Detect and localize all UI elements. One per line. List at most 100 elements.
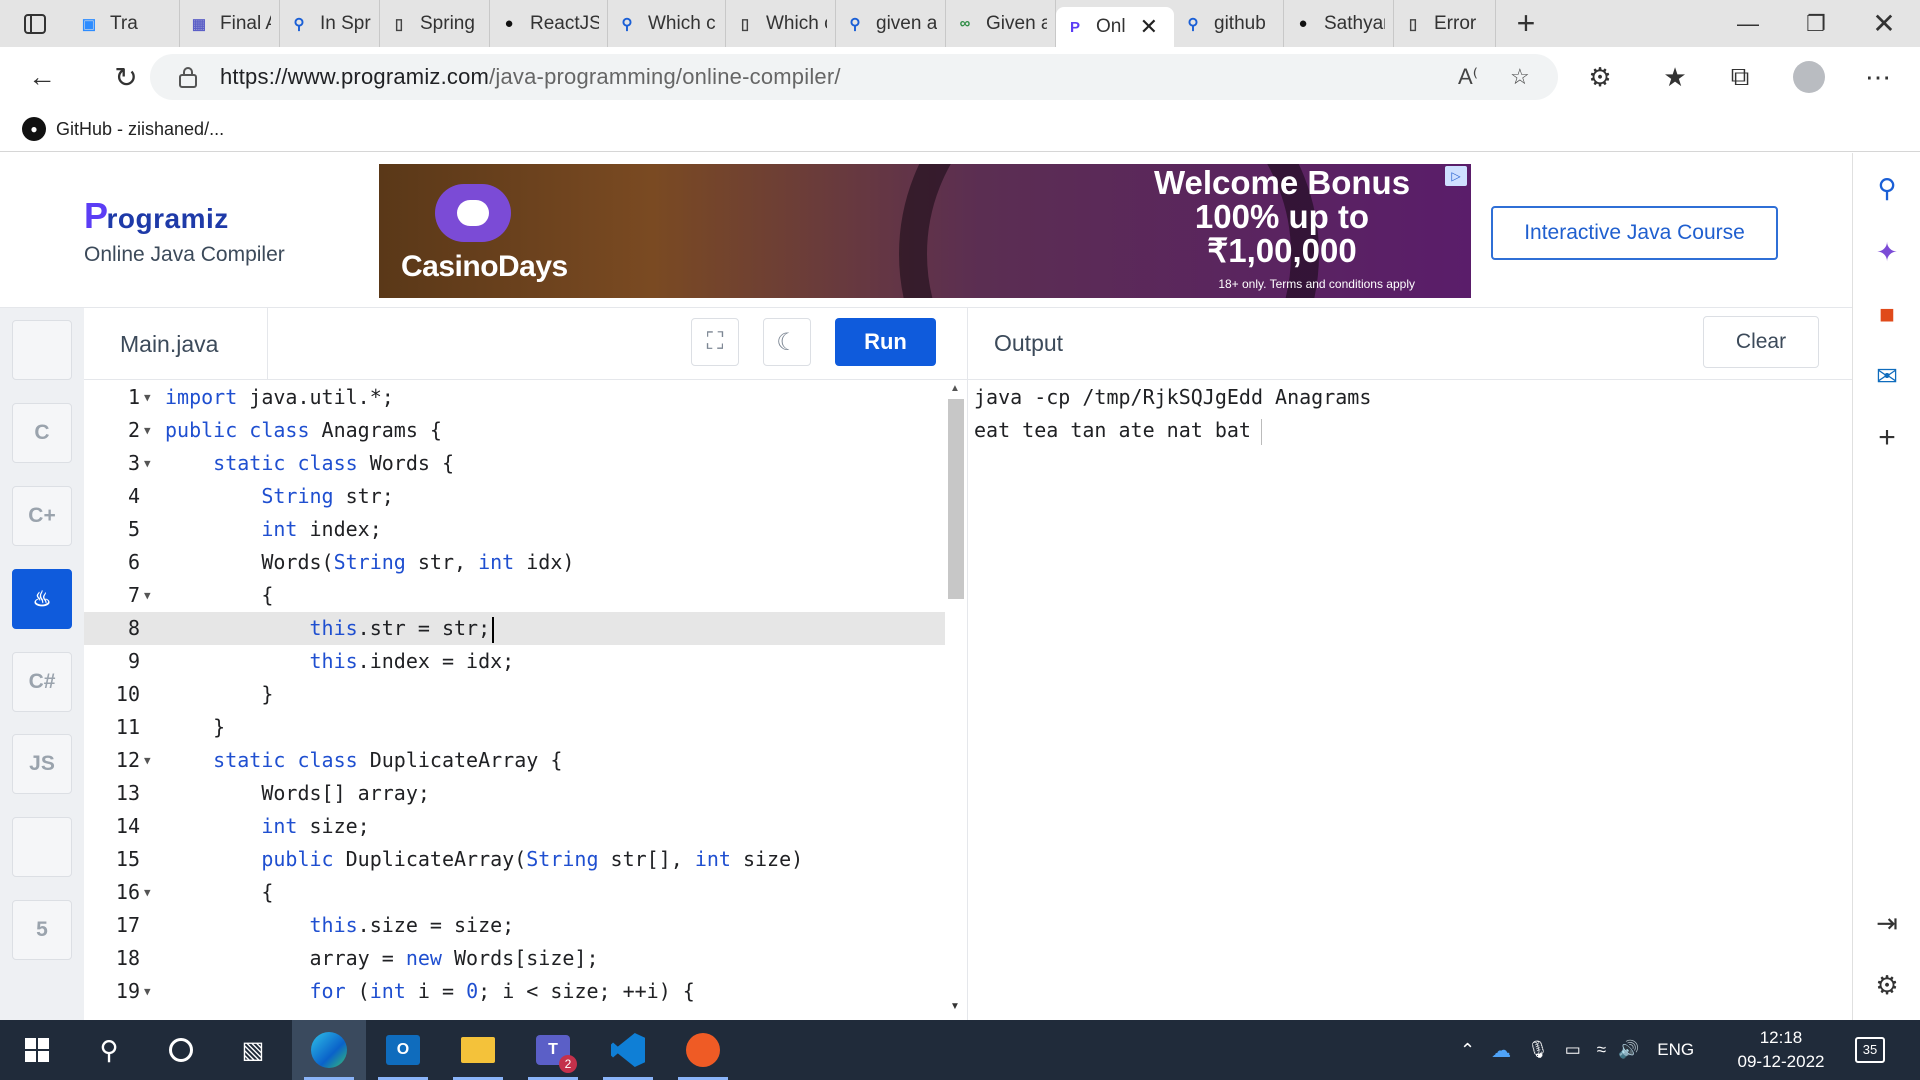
fold-toggle-icon[interactable]: ▼ xyxy=(144,744,151,777)
code-line[interactable]: 12 ▼ static class DuplicateArray { xyxy=(84,744,948,777)
add-sidebar-icon[interactable]: + xyxy=(1853,413,1920,463)
code-editor[interactable]: 1 ▼ import java.util.*; 2 ▼ public class Anag… xyxy=(84,381,948,1020)
code-line[interactable]: 18 array = new Words[size]; xyxy=(84,942,948,975)
language-javascript-button[interactable]: JS xyxy=(12,734,72,794)
fullscreen-button[interactable]: ⛶ xyxy=(691,318,739,366)
language-java-button[interactable]: ♨ xyxy=(12,569,72,629)
code-line[interactable]: 15 public DuplicateArray(String str[], i… xyxy=(84,843,948,876)
pane-divider[interactable] xyxy=(967,308,968,1020)
browser-tab[interactable]: ▯ Spring I xyxy=(380,0,490,47)
start-windows-icon[interactable] xyxy=(0,1020,74,1080)
browser-tab[interactable]: ▯ Error xyxy=(1394,0,1496,47)
close-tab-icon[interactable]: ✕ xyxy=(1140,14,1158,40)
code-line[interactable]: 9 this.index = idx; xyxy=(84,645,948,678)
language-html-button[interactable]: 5 xyxy=(12,900,72,960)
discover-icon[interactable]: ✦ xyxy=(1853,227,1920,277)
code-line[interactable]: 19 ▼ for (int i = 0; i < size; ++i) { xyxy=(84,975,948,1008)
file-explorer-icon[interactable] xyxy=(441,1020,515,1080)
onedrive-icon[interactable]: ☁ xyxy=(1491,1038,1511,1063)
wifi-icon[interactable]: ≈ xyxy=(1597,1040,1606,1060)
code-line[interactable]: 11 } xyxy=(84,711,948,744)
fold-toggle-icon[interactable]: ▼ xyxy=(144,447,151,480)
fold-toggle-icon[interactable]: ▼ xyxy=(144,414,151,447)
browser-tab[interactable]: ▯ Which c xyxy=(726,0,836,47)
edge-taskbar-icon[interactable] xyxy=(292,1020,366,1080)
browser-tab[interactable]: ⚲ Which c xyxy=(608,0,726,47)
advertisement-banner[interactable]: CasinoDays Welcome Bonus 100% up to ₹1,0… xyxy=(379,164,1471,298)
notifications-icon[interactable]: 35 xyxy=(1855,1020,1885,1080)
outlook-icon[interactable]: ✉ xyxy=(1853,351,1920,401)
scroll-down-arrow-icon[interactable]: ▼ xyxy=(950,1001,960,1012)
browser-tab[interactable]: ▦ Final As xyxy=(180,0,280,47)
fold-toggle-icon[interactable]: ▼ xyxy=(144,381,151,414)
address-bar[interactable]: https://www.programiz.com/java-programmi… xyxy=(150,54,1558,100)
office-icon[interactable]: ■ xyxy=(1853,289,1920,339)
tab-actions-icon[interactable] xyxy=(0,0,70,47)
dark-mode-button[interactable]: ☾ xyxy=(763,318,811,366)
scroll-up-arrow-icon[interactable]: ▲ xyxy=(950,383,960,394)
sidebar-settings-icon[interactable]: ⚙ xyxy=(1853,960,1920,1010)
editor-scrollbar[interactable]: ▲ ▼ xyxy=(945,381,967,1020)
adchoices-icon[interactable]: ▷ xyxy=(1445,166,1467,186)
output-console[interactable]: java -cp /tmp/RjkSQJgEdd Anagrams eat tea… xyxy=(974,381,1844,447)
profile-avatar[interactable] xyxy=(1784,47,1834,107)
browser-tab[interactable]: ● ReactJS xyxy=(490,0,608,47)
browser-tab[interactable]: ⚲ github xyxy=(1174,0,1284,47)
browser-tab[interactable]: ⚲ given ar xyxy=(836,0,946,47)
language-c-button[interactable]: C xyxy=(12,403,72,463)
browser-tab[interactable]: ⚲ In Sprin xyxy=(280,0,380,47)
browser-tab[interactable]: P Onl ✕ xyxy=(1056,7,1174,47)
back-button[interactable]: ← xyxy=(19,54,65,100)
code-line[interactable]: 5 int index; xyxy=(84,513,948,546)
browser-tab[interactable]: ∞ Given a xyxy=(946,0,1056,47)
minimize-button[interactable]: — xyxy=(1714,0,1782,47)
run-button[interactable]: Run xyxy=(835,318,936,366)
code-line[interactable]: 17 this.size = size; xyxy=(84,909,948,942)
search-icon[interactable]: ⚲ xyxy=(72,1020,146,1080)
code-line[interactable]: 4 String str; xyxy=(84,480,948,513)
extensions-icon[interactable]: ⚙ xyxy=(1575,47,1625,107)
code-line[interactable]: 16 ▼ { xyxy=(84,876,948,909)
add-favorite-icon[interactable]: ☆ xyxy=(1510,64,1530,90)
code-line[interactable]: 13 Words[] array; xyxy=(84,777,948,810)
new-tab-button[interactable]: + xyxy=(1496,5,1556,42)
microphone-icon[interactable]: 🎙 xyxy=(1527,1040,1549,1060)
fold-toggle-icon[interactable]: ▼ xyxy=(144,975,151,1008)
language-sql-button[interactable] xyxy=(12,817,72,877)
file-tab-main-java[interactable]: Main.java xyxy=(84,308,268,380)
browser-tab[interactable]: ▣ Tra xyxy=(70,0,180,47)
teams-taskbar-icon[interactable]: T2 xyxy=(516,1020,590,1080)
favorite-link-github[interactable]: GitHub - ziishaned/... xyxy=(56,119,224,140)
collections-icon[interactable]: ⧉ xyxy=(1715,47,1765,107)
vscode-taskbar-icon[interactable] xyxy=(591,1020,665,1080)
clear-button[interactable]: Clear xyxy=(1703,316,1819,368)
clock[interactable]: 12:18 09-12-2022 xyxy=(1726,1026,1836,1074)
code-line[interactable]: 6 Words(String str, int idx) xyxy=(84,546,948,579)
code-line[interactable]: 1 ▼ import java.util.*; xyxy=(84,381,948,414)
chevron-up-icon[interactable]: ⌃ xyxy=(1460,1040,1475,1061)
code-line[interactable]: 3 ▼ static class Words { xyxy=(84,447,948,480)
more-menu-icon[interactable]: ⋯ xyxy=(1853,47,1903,107)
interactive-course-button[interactable]: Interactive Java Course xyxy=(1491,206,1778,260)
hide-sidebar-icon[interactable]: ⇥ xyxy=(1853,898,1920,948)
code-line[interactable]: 7 ▼ { xyxy=(84,579,948,612)
postman-taskbar-icon[interactable] xyxy=(666,1020,740,1080)
code-line[interactable]: 10 } xyxy=(84,678,948,711)
cortana-icon[interactable] xyxy=(144,1020,218,1080)
code-line[interactable]: 2 ▼ public class Anagrams { xyxy=(84,414,948,447)
refresh-button[interactable]: ↻ xyxy=(103,54,149,100)
maximize-button[interactable]: ❐ xyxy=(1782,0,1850,47)
close-window-button[interactable]: ✕ xyxy=(1850,0,1918,47)
fold-toggle-icon[interactable]: ▼ xyxy=(144,579,151,612)
search-icon[interactable]: ⚲ xyxy=(1853,163,1920,213)
language-python-button[interactable] xyxy=(12,320,72,380)
language-csharp-button[interactable]: C# xyxy=(12,652,72,712)
programiz-logo[interactable]: Programiz xyxy=(84,195,229,237)
input-language[interactable]: ENG xyxy=(1657,1040,1694,1060)
code-line[interactable]: 14 int size; xyxy=(84,810,948,843)
browser-tab[interactable]: ● Sathyar xyxy=(1284,0,1394,47)
language-cpp-button[interactable]: C+ xyxy=(12,486,72,546)
battery-icon[interactable]: ▭ xyxy=(1565,1040,1581,1060)
volume-icon[interactable]: 🔊 xyxy=(1618,1040,1639,1060)
code-line[interactable]: 8 this.str = str; xyxy=(84,612,948,645)
